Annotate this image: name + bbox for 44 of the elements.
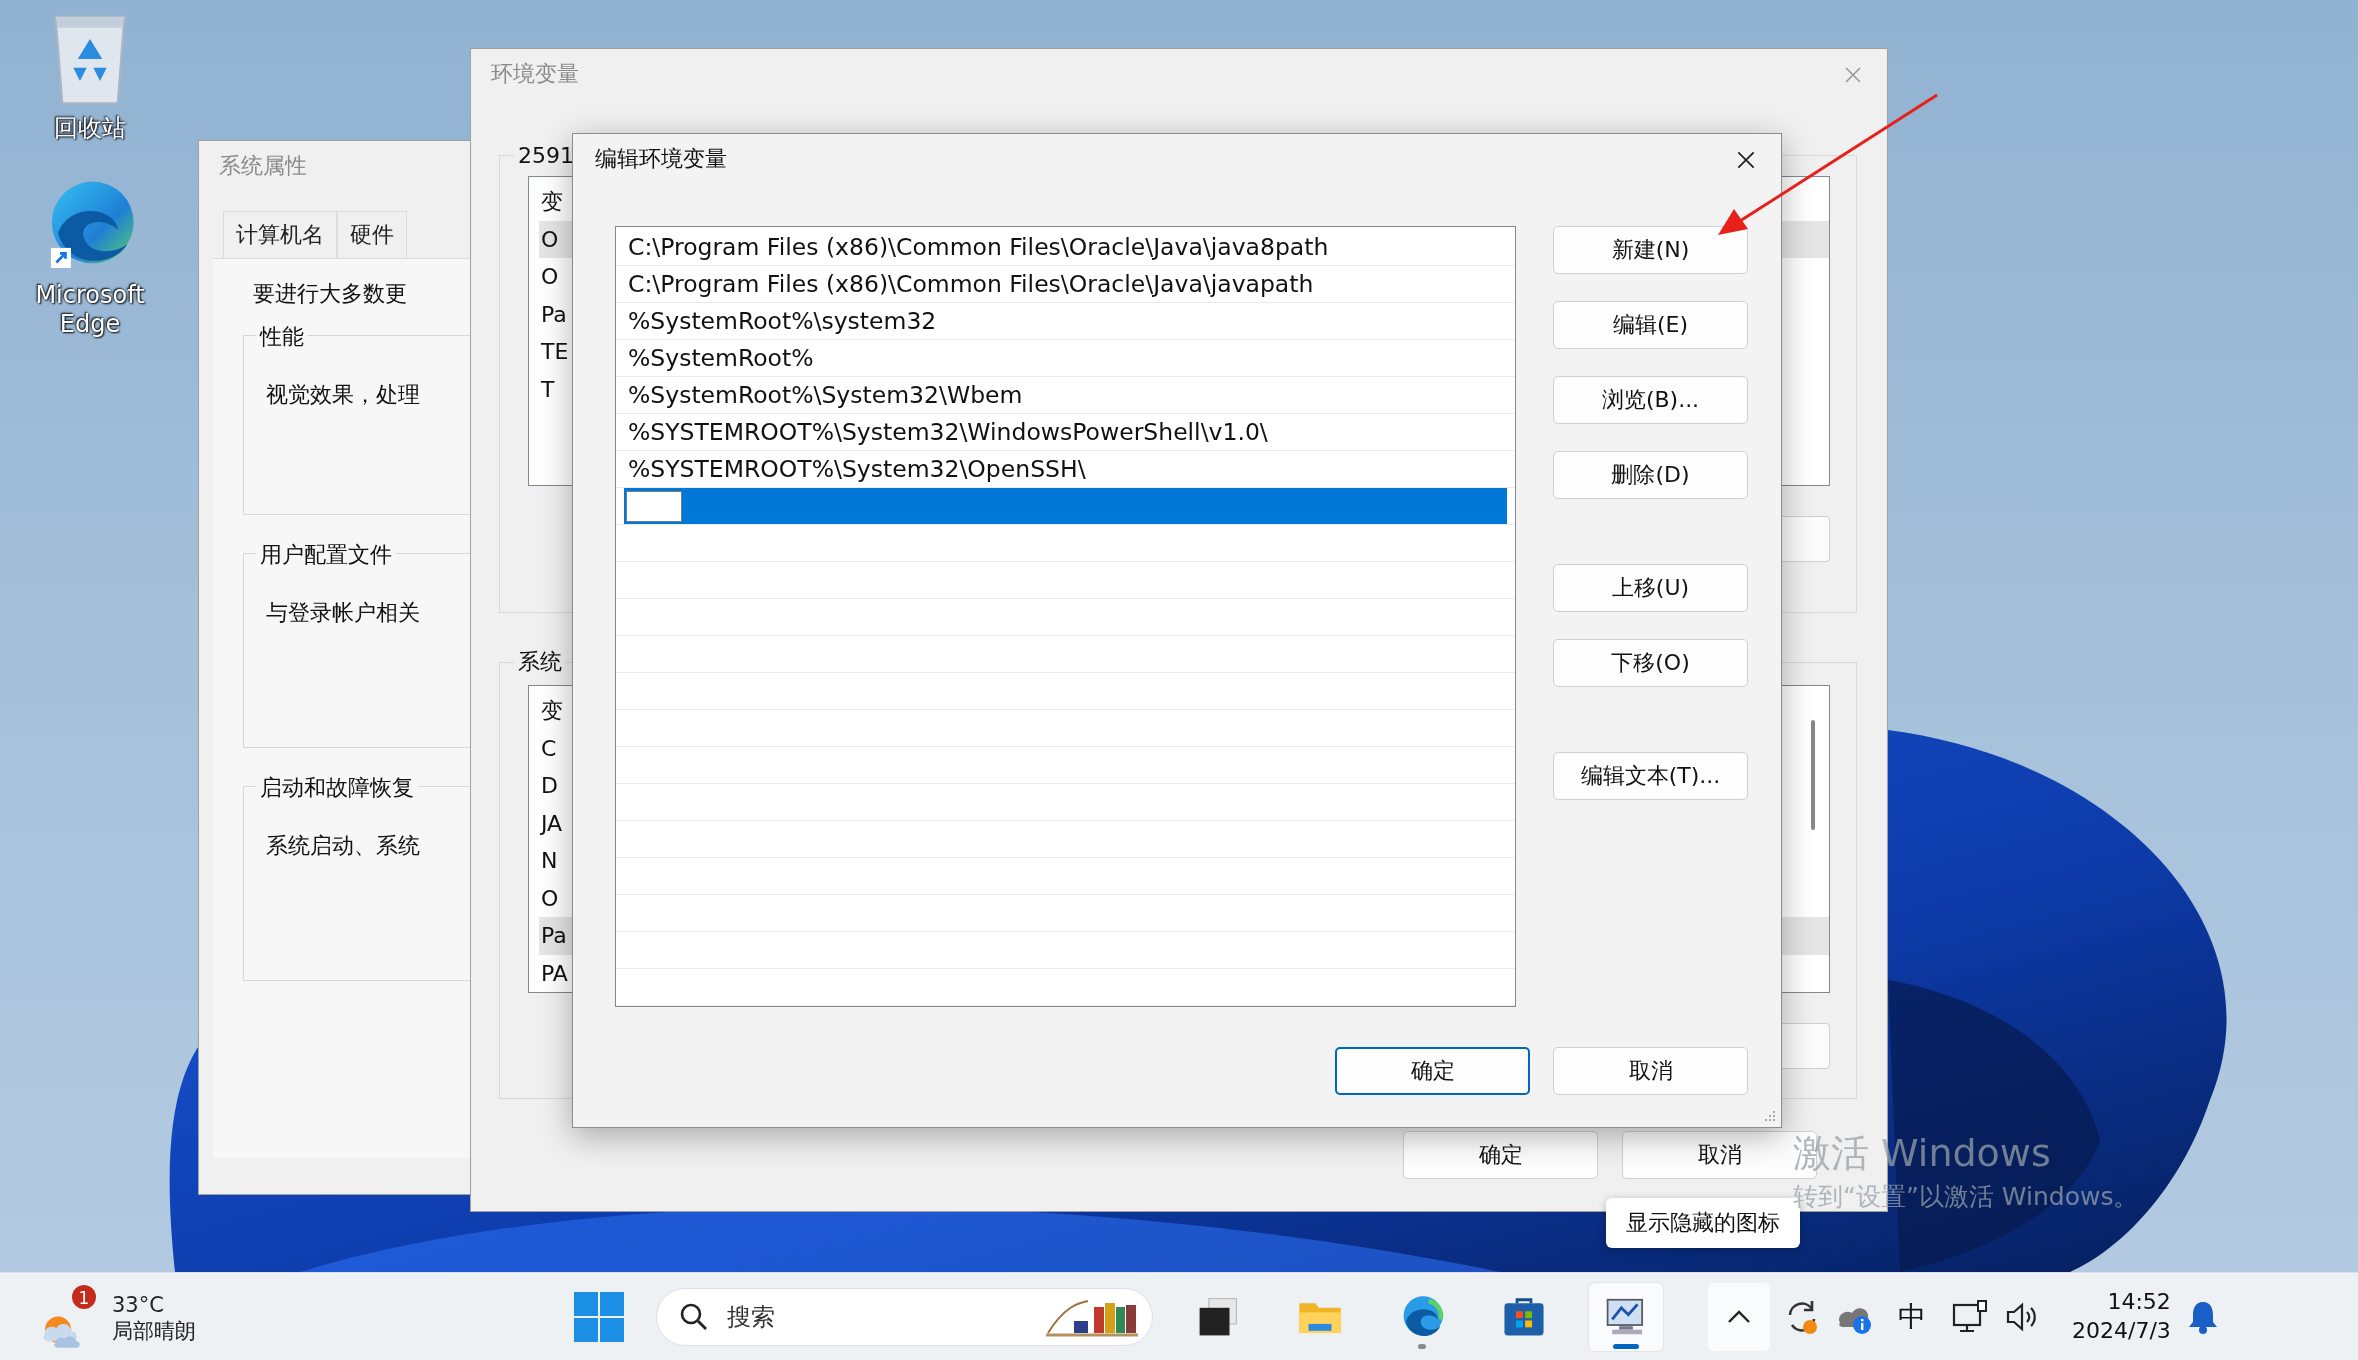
path-entry[interactable]: %SYSTEMROOT%\System32\WindowsPowerShell\v1.0\ — [624, 414, 1507, 451]
dialog-button[interactable]: 取消 — [1553, 1047, 1748, 1095]
side-button[interactable]: 编辑(E) — [1553, 301, 1748, 349]
scrollbar-thumb[interactable] — [1811, 720, 1815, 830]
window-title: 环境变量 — [490, 60, 580, 88]
temperature[interactable]: 33°C — [112, 1291, 196, 1318]
side-button[interactable]: 新建(N) — [1553, 226, 1748, 274]
side-button[interactable]: 下移(O) — [1553, 639, 1748, 687]
search-icon — [679, 1302, 709, 1332]
close-icon[interactable] — [1735, 149, 1757, 171]
side-button[interactable]: 编辑文本(T)... — [1553, 752, 1748, 800]
books-illustration-icon — [1044, 1297, 1140, 1337]
window-title: 系统属性 — [218, 152, 308, 180]
search-box[interactable]: 搜索 — [656, 1288, 1153, 1346]
group-title: 系统 — [517, 648, 563, 676]
side-button[interactable]: 浏览(B)... — [1553, 376, 1748, 424]
group-description: 与登录帐户相关 — [266, 599, 421, 627]
intro-text: 要进行大多数更 — [253, 280, 408, 308]
path-entry[interactable]: %SystemRoot% — [624, 340, 1507, 377]
tab[interactable]: 计算机名 — [223, 211, 337, 258]
group-title: 2591 — [517, 143, 575, 168]
taskbar-app-button[interactable] — [1589, 1283, 1663, 1351]
path-entry[interactable]: C:\Program Files (x86)\Common Files\Oracle\Java\java8path — [624, 229, 1507, 266]
resize-grip-icon[interactable] — [1763, 1109, 1777, 1123]
dialog-button[interactable]: 确定 — [1403, 1131, 1598, 1179]
group-description: 系统启动、系统 — [266, 832, 421, 860]
group-description: 视觉效果，处理 — [266, 381, 421, 409]
chevron-up-icon — [1726, 1309, 1752, 1325]
side-button[interactable]: 上移(U) — [1553, 564, 1748, 612]
search-input[interactable]: 搜索 — [725, 1302, 1028, 1332]
clock-time[interactable]: 14:52 — [2107, 1288, 2171, 1317]
path-entry-row[interactable] — [624, 488, 1507, 525]
weather-condition[interactable]: 局部晴朗 — [112, 1318, 196, 1345]
notification-badge: 1 — [72, 1285, 96, 1309]
clock-date[interactable]: 2024/7/3 — [2072, 1317, 2171, 1346]
tab[interactable]: 硬件 — [337, 211, 407, 258]
side-button[interactable]: 删除(D) — [1553, 451, 1748, 499]
path-entry[interactable]: %SystemRoot%\System32\Wbem — [624, 377, 1507, 414]
entry-input[interactable] — [626, 490, 682, 522]
dialog-title: 编辑环境变量 — [594, 145, 728, 173]
path-entry[interactable]: C:\Program Files (x86)\Common Files\Oracle\Java\javapath — [624, 266, 1507, 303]
input-method-indicator[interactable]: 中 — [1886, 1298, 1938, 1336]
path-entry[interactable]: %SystemRoot%\system32 — [624, 303, 1507, 340]
dialog-button[interactable]: 确定 — [1335, 1047, 1530, 1095]
